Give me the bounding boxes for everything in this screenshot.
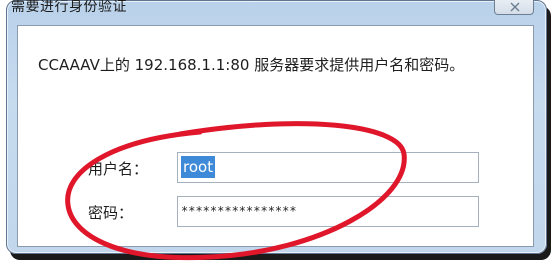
username-value: root (181, 156, 216, 178)
username-label: 用户名： (88, 160, 149, 178)
password-input[interactable]: **************** (177, 196, 479, 227)
screenshot-stage: 需要进行身份验证 CCAAAV上的 192.168.1.1:80 服务器要求提供… (0, 0, 557, 267)
dialog-content: CCAAAV上的 192.168.1.1:80 服务器要求提供用户名和密码。 用… (17, 25, 534, 247)
password-row: 密码： **************** (18, 196, 533, 228)
close-icon (510, 2, 520, 12)
auth-dialog: 需要进行身份验证 CCAAAV上的 192.168.1.1:80 服务器要求提供… (6, 0, 547, 254)
title-bar: 需要进行身份验证 (7, 0, 546, 23)
username-input[interactable]: root (177, 152, 479, 183)
password-label: 密码： (88, 204, 134, 222)
username-row: 用户名： root (18, 152, 533, 184)
auth-message: CCAAAV上的 192.168.1.1:80 服务器要求提供用户名和密码。 (38, 56, 465, 74)
dialog-title: 需要进行身份验证 (11, 0, 127, 15)
close-button[interactable] (494, 0, 534, 15)
